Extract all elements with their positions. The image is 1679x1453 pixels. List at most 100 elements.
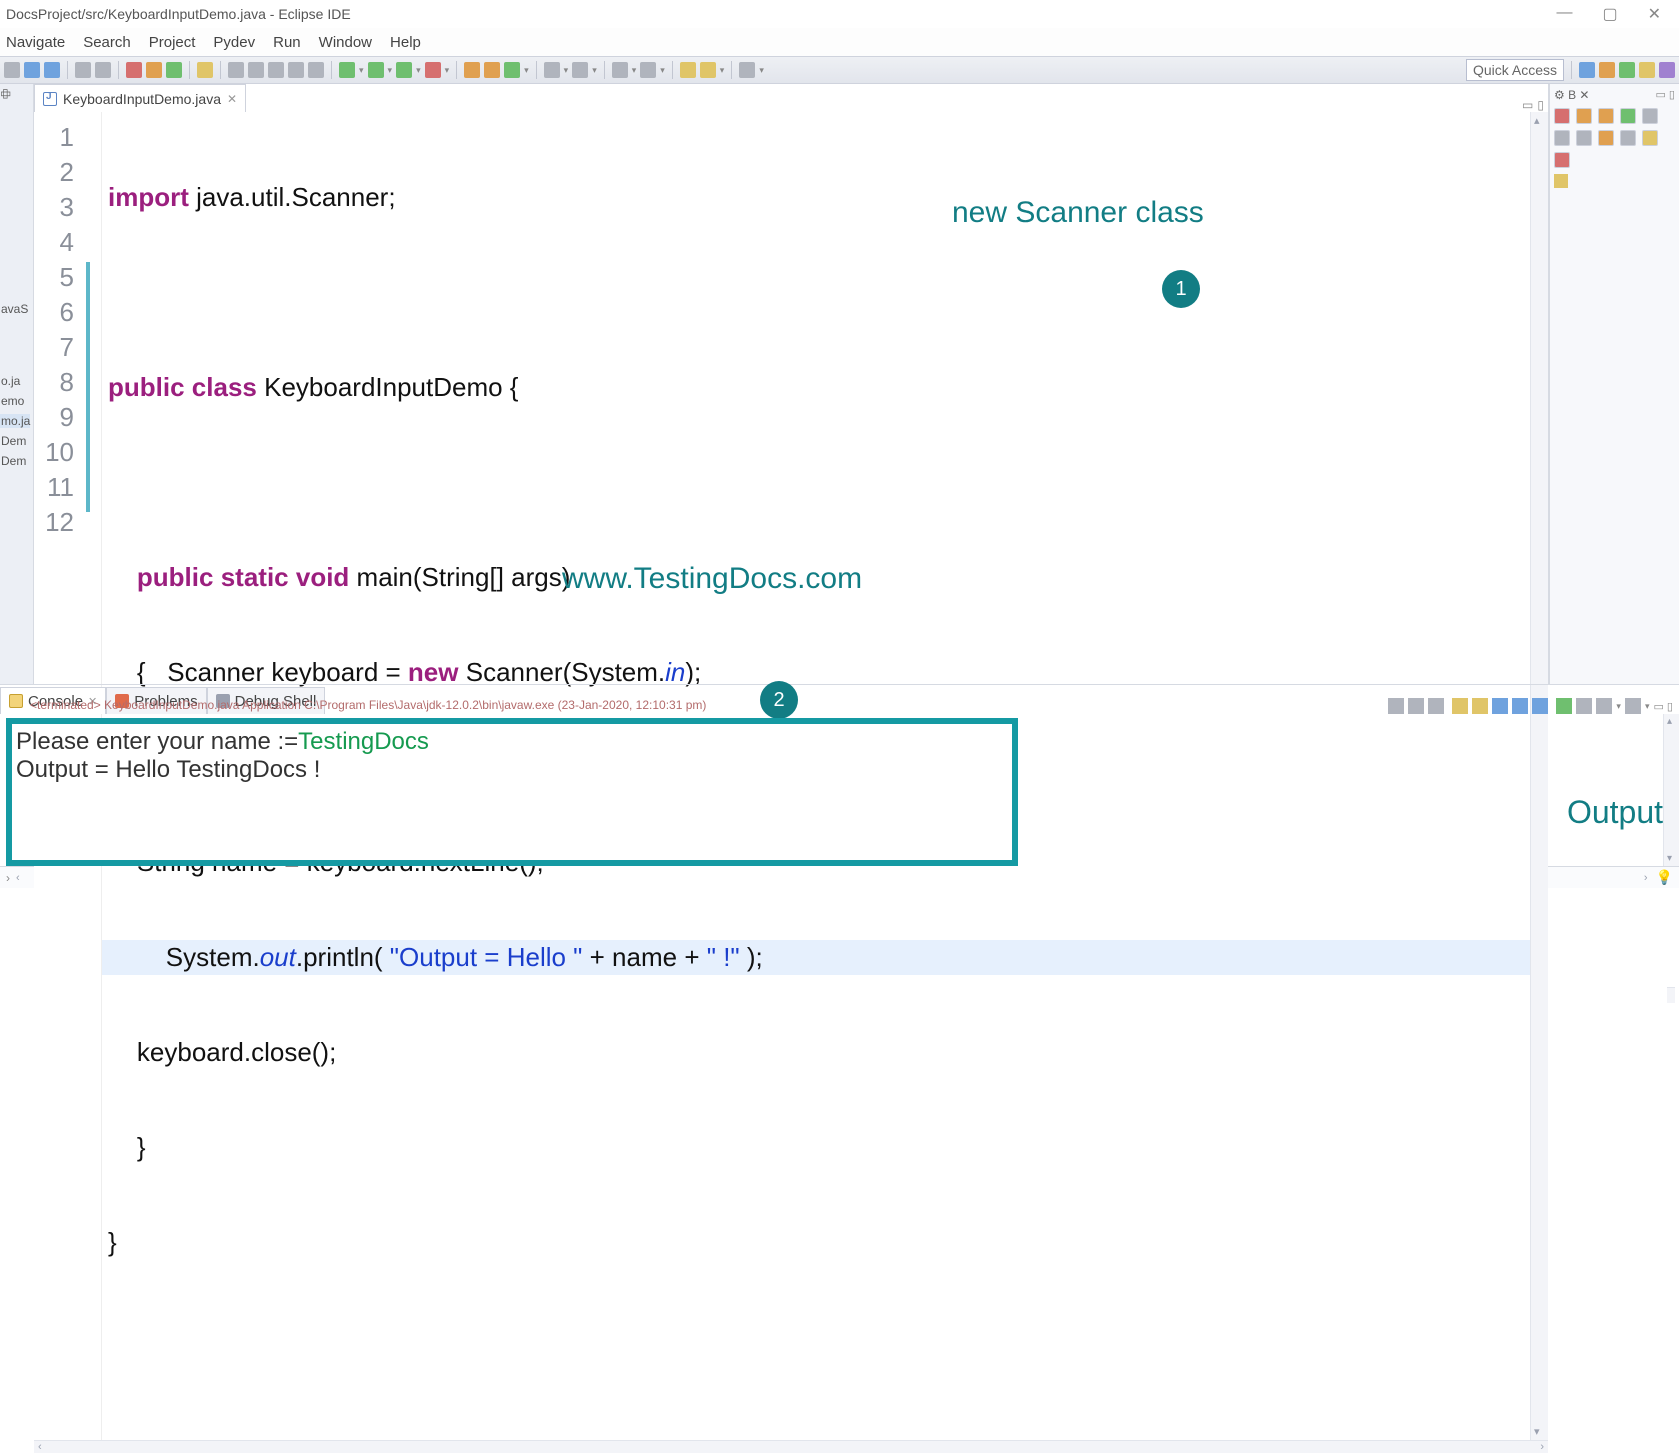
perspective-debug-icon[interactable] [1599,62,1615,78]
outline-pane[interactable]: ⚙ B ✕ ▭ ▯ [1549,84,1679,684]
console-dropdown-icon[interactable] [1596,698,1612,714]
sidebar-file[interactable]: Dem [0,454,26,468]
minimize-view-icon[interactable]: ▭ [1522,98,1533,112]
menu-navigate[interactable]: Navigate [6,34,65,51]
minimize-icon[interactable]: — [1556,4,1572,24]
task-icon[interactable] [268,62,284,78]
pin-console-icon[interactable] [1492,698,1508,714]
console-icon [9,694,23,708]
focus-icon[interactable] [1642,130,1658,146]
create-package-icon[interactable] [146,62,162,78]
editor-tab-active[interactable]: KeyboardInputDemo.java ✕ [34,84,246,112]
sidebar-file[interactable]: emo [0,394,24,408]
menu-search[interactable]: Search [83,34,131,51]
show-view-menu-icon[interactable]: › [6,871,10,885]
close-icon[interactable]: ✕ [1648,4,1661,24]
run-icon[interactable] [368,62,384,78]
work-area: ▯ ▭ avaS o.ja emo mo.ja Dem Dem Keyboard… [0,84,1679,684]
next-edit-icon[interactable] [640,62,656,78]
create-module-icon[interactable] [126,62,142,78]
sidebar-file-selected[interactable]: mo.ja [0,414,30,428]
link-editor-icon[interactable] [1620,108,1636,124]
clear-console-icon[interactable] [1388,698,1404,714]
menu-run[interactable]: Run [273,34,301,51]
menu-window[interactable]: Window [319,34,372,51]
previous-edit-icon[interactable] [612,62,628,78]
console-area: <terminated> KeyboardInputDemo.java Appl… [0,714,1679,866]
back-icon[interactable] [680,62,696,78]
remove-launch-icon[interactable] [1408,698,1424,714]
toggle-breadcrumb-icon[interactable] [75,62,91,78]
new-console-icon[interactable] [1625,698,1641,714]
window-title: DocsProject/src/KeyboardInputDemo.java -… [6,6,1556,22]
skip-breakpoints-icon[interactable] [95,62,111,78]
search-icon-2[interactable] [572,62,588,78]
scroll-lock-icon[interactable] [1452,698,1468,714]
sort-icon[interactable] [1642,108,1658,124]
collapse-icon[interactable] [1598,108,1614,124]
expand-icon[interactable] [1576,108,1592,124]
console-output[interactable]: Please enter your name :=TestingDocs Out… [6,718,1018,866]
wizard-icon[interactable] [308,62,324,78]
editor-pane: KeyboardInputDemo.java ✕ ▭▯ 123 456 789 … [34,84,1549,684]
console-scrollbar[interactable]: ▴ ▾ [1663,714,1679,866]
console-user-input: TestingDocs [298,728,429,755]
new-class-icon[interactable] [504,62,520,78]
outline-node-icon[interactable] [1554,174,1568,188]
last-edit-location-icon[interactable] [739,62,755,78]
search-icon[interactable] [228,62,244,78]
hide-fields-icon[interactable] [1554,130,1570,146]
new-icon[interactable] [4,62,20,78]
annotate-icon[interactable] [248,62,264,78]
sidebar-file[interactable]: o.ja [0,374,20,388]
quick-access-field[interactable]: Quick Access [1466,59,1564,81]
java-file-icon [43,92,57,106]
new-package-icon[interactable] [484,62,500,78]
console-output-line: Output = Hello TestingDocs ! [16,756,1008,784]
sidebar-file[interactable]: Dem [0,434,26,448]
perspective-other-icon[interactable] [1659,62,1675,78]
coverage-icon[interactable] [396,62,412,78]
word-wrap-icon[interactable] [1472,698,1488,714]
hide-local-icon[interactable] [1620,130,1636,146]
perspective-git-icon[interactable] [1619,62,1635,78]
watermark-url: www.TestingDocs.com [562,562,862,596]
perspective-pydev-icon[interactable] [1639,62,1655,78]
menu-bar: Navigate Search Project Pydev Run Window… [0,28,1679,56]
maximize-icon[interactable]: ▢ [1602,4,1617,24]
new-java-icon[interactable] [288,62,304,78]
tip-bulb-icon[interactable]: 💡 [1656,869,1673,886]
sidebar-file[interactable]: avaS [0,302,28,316]
hide-static-icon[interactable] [1576,130,1592,146]
open-task-icon[interactable] [544,62,560,78]
menu-project[interactable]: Project [149,34,196,51]
terminated-launch-label: <terminated> KeyboardInputDemo.java Appl… [30,698,706,712]
debug-icon[interactable] [339,62,355,78]
package-explorer-minimized[interactable]: ▯ ▭ avaS o.ja emo mo.ja Dem Dem [0,84,34,684]
create-project-icon[interactable] [166,62,182,78]
maximize-view-icon[interactable]: ▯ [1537,98,1544,112]
window-controls: — ▢ ✕ [1556,4,1661,24]
open-type-icon[interactable] [197,62,213,78]
save-all-icon[interactable] [44,62,60,78]
open-console-icon[interactable] [1532,698,1548,714]
perspective-java-icon[interactable] [1579,62,1595,78]
menu-pydev[interactable]: Pydev [213,34,255,51]
run-last-icon[interactable] [425,62,441,78]
forward-icon[interactable] [700,62,716,78]
remove-icon[interactable] [1554,108,1570,124]
title-bar: DocsProject/src/KeyboardInputDemo.java -… [0,0,1679,28]
remove-all-launches-icon[interactable] [1428,698,1444,714]
display-selected-console-icon[interactable] [1512,698,1528,714]
new-java-project-icon[interactable] [464,62,480,78]
filter-icon[interactable] [1554,152,1570,168]
show-console-icon[interactable] [1556,698,1572,714]
close-tab-icon[interactable]: ✕ [227,92,237,106]
console-toolbar: ▾ ▾ ▭ ▯ [1388,698,1673,714]
terminate-icon[interactable] [1576,698,1592,714]
editor-horizontal-scrollbar[interactable]: ‹› [34,1440,1548,1453]
menu-help[interactable]: Help [390,34,421,51]
save-icon[interactable] [24,62,40,78]
annotation-output-label: Output [1567,794,1663,866]
hide-nonpublic-icon[interactable] [1598,130,1614,146]
